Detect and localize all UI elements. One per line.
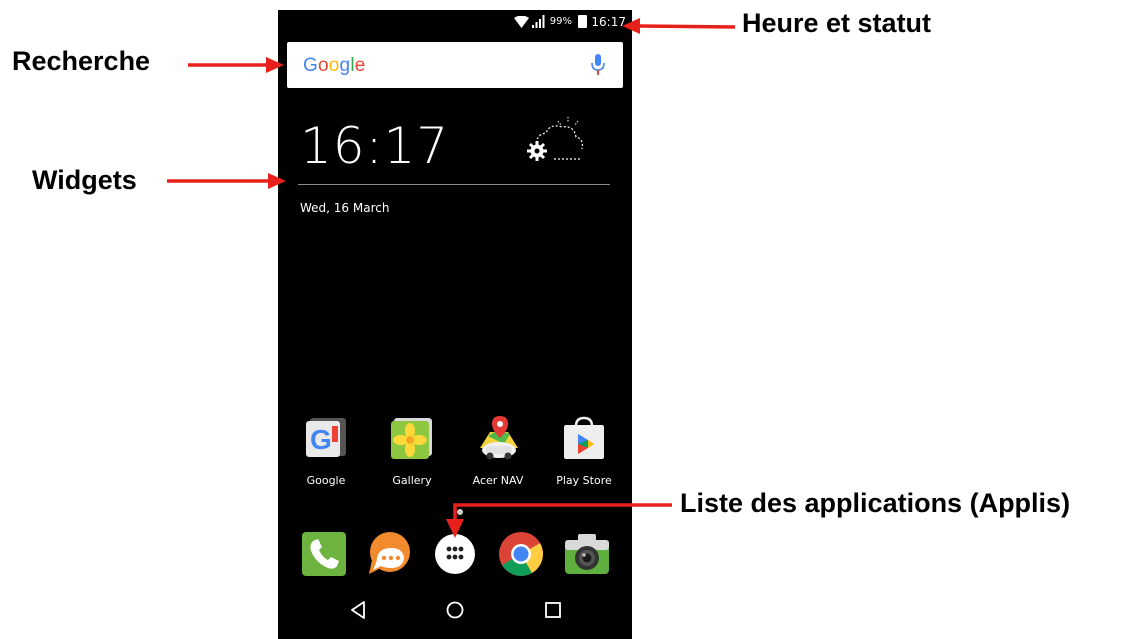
page-indicator <box>457 509 463 515</box>
app-label: Acer NAV <box>472 474 524 487</box>
wifi-icon <box>514 16 529 28</box>
weather-settings-icon[interactable] <box>524 115 586 163</box>
google-letter: o <box>328 55 340 76</box>
callout-search: Recherche <box>12 46 151 76</box>
battery-percent: 99% <box>549 16 572 27</box>
app-gallery[interactable]: Gallery <box>377 414 447 487</box>
arrow-widgets <box>167 173 286 189</box>
callout-status: Heure et statut <box>742 8 932 38</box>
back-icon[interactable] <box>348 600 368 620</box>
callout-widgets: Widgets <box>32 165 137 195</box>
phone-screen: 99% 16:17 Google 16:17 Wed, 16 March G G… <box>278 10 632 639</box>
app-label: Gallery <box>392 474 432 487</box>
app-google[interactable]: G Google <box>291 414 361 487</box>
battery-charging-icon <box>578 15 587 28</box>
app-label: Google <box>306 474 346 487</box>
mic-icon[interactable] <box>591 54 605 76</box>
google-letter: o <box>317 55 329 76</box>
app-label: Play Store <box>556 474 612 487</box>
messaging-icon[interactable] <box>365 530 413 578</box>
google-letter: g <box>339 55 351 76</box>
google-letter: e <box>354 55 366 76</box>
camera-icon[interactable] <box>563 530 611 578</box>
google-folder-icon: G <box>306 418 346 457</box>
acer-nav-icon <box>480 416 518 460</box>
app-drawer-icon[interactable] <box>431 530 479 578</box>
app-acer-nav[interactable]: Acer NAV <box>463 414 533 487</box>
home-icon[interactable] <box>445 600 465 620</box>
app-play-store[interactable]: Play Store <box>549 414 619 487</box>
svg-text:G: G <box>310 424 332 455</box>
arrow-status <box>622 18 736 34</box>
phone-icon[interactable] <box>300 530 348 578</box>
status-bar: 99% 16:17 <box>278 10 632 34</box>
gallery-icon <box>391 418 432 459</box>
widget-divider <box>298 184 610 185</box>
google-letter: G <box>303 55 318 76</box>
callout-app-list: Liste des applications (Applis) <box>680 488 1071 518</box>
clock-widget-date: Wed, 16 March <box>300 201 390 215</box>
signal-icon <box>532 15 545 28</box>
recents-icon[interactable] <box>543 600 563 620</box>
chrome-icon[interactable] <box>497 530 545 578</box>
status-time: 16:17 <box>591 15 626 29</box>
google-logo: Google <box>303 55 366 77</box>
arrow-search <box>188 57 284 73</box>
search-bar[interactable]: Google <box>287 42 623 88</box>
play-store-icon <box>564 416 604 459</box>
clock-widget-time[interactable]: 16:17 <box>300 121 449 171</box>
